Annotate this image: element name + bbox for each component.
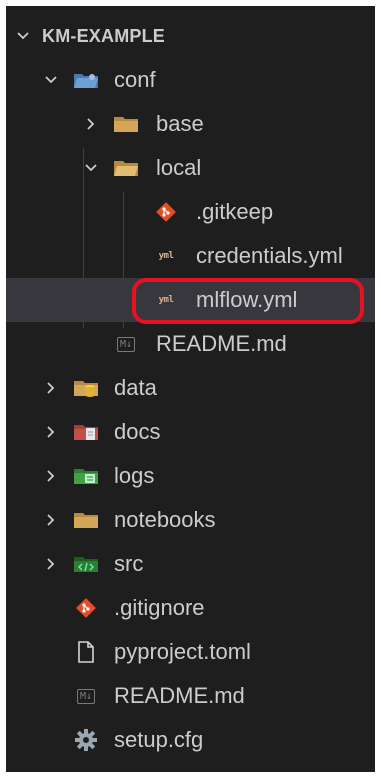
folder-config-open-icon (72, 68, 100, 92)
chevron-down-icon[interactable] (12, 25, 34, 47)
tree-item-label: base (156, 111, 204, 136)
folder-logs-icon (72, 464, 100, 488)
tree-item-label: data (114, 375, 157, 400)
explorer-panel: KM-EXAMPLE conf base local .gitkeep yml … (6, 6, 375, 772)
tree-item-label: docs (114, 419, 161, 444)
tree-item-label: notebooks (114, 507, 216, 532)
tree-item-base[interactable]: base (6, 102, 375, 146)
folder-open-icon (112, 156, 140, 180)
tree-item-label: logs (114, 463, 155, 488)
tree-item-pyproject-toml[interactable]: pyproject.toml (6, 630, 375, 674)
folder-docs-icon (72, 420, 100, 444)
chevron-right-icon[interactable] (40, 377, 62, 399)
folder-icon (72, 508, 100, 532)
tree-item-notebooks[interactable]: notebooks (6, 498, 375, 542)
tree-item-setup-cfg[interactable]: setup.cfg (6, 718, 375, 762)
tree-item-local[interactable]: local (6, 146, 375, 190)
tree-item-docs[interactable]: docs (6, 410, 375, 454)
tree-item-label: README.md (114, 683, 245, 708)
chevron-right-icon[interactable] (40, 553, 62, 575)
tree-item-label: mlflow.yml (196, 287, 298, 312)
folder-database-icon (72, 376, 100, 400)
markdown-icon: M↓ (72, 684, 100, 708)
tree-item-label: .gitignore (114, 595, 205, 620)
tree-item-mlflow-yml[interactable]: yml mlflow.yml (6, 278, 375, 322)
tree-item-readme-md[interactable]: M↓ README.md (6, 322, 375, 366)
tree-item-logs[interactable]: logs (6, 454, 375, 498)
tree-item-label: src (114, 551, 144, 576)
git-icon (72, 596, 100, 620)
chevron-right-icon[interactable] (40, 465, 62, 487)
tree-item-src[interactable]: src (6, 542, 375, 586)
chevron-right-icon[interactable] (80, 113, 102, 135)
tree-item-gitkeep[interactable]: .gitkeep (6, 190, 375, 234)
chevron-down-icon[interactable] (40, 69, 62, 91)
tree-item-label: pyproject.toml (114, 639, 251, 664)
chevron-right-icon[interactable] (40, 421, 62, 443)
tree-item-credentials-yml[interactable]: yml credentials.yml (6, 234, 375, 278)
tree-item-label: conf (114, 67, 156, 92)
tree-item-data[interactable]: data (6, 366, 375, 410)
tree-item-label: credentials.yml (196, 243, 343, 268)
folder-src-icon (72, 552, 100, 576)
chevron-right-icon[interactable] (40, 509, 62, 531)
yml-file-icon: yml (158, 295, 174, 305)
tree-item-label: local (156, 155, 202, 180)
tree-item-label: README.md (156, 331, 287, 356)
gear-icon (72, 728, 100, 752)
git-icon (152, 200, 180, 224)
tree-item-readme-md[interactable]: M↓ README.md (6, 674, 375, 718)
chevron-down-icon[interactable] (80, 157, 102, 179)
tree-item-gitignore[interactable]: .gitignore (6, 586, 375, 630)
tree-item-conf[interactable]: conf (6, 58, 375, 102)
markdown-icon: M↓ (112, 332, 140, 356)
tree-item-label: .gitkeep (196, 199, 274, 224)
folder-icon (112, 112, 140, 136)
project-name: KM-EXAMPLE (42, 25, 165, 46)
project-header[interactable]: KM-EXAMPLE (6, 14, 375, 58)
file-icon (72, 640, 100, 664)
tree-item-label: setup.cfg (114, 727, 204, 752)
yml-file-icon: yml (158, 251, 174, 261)
